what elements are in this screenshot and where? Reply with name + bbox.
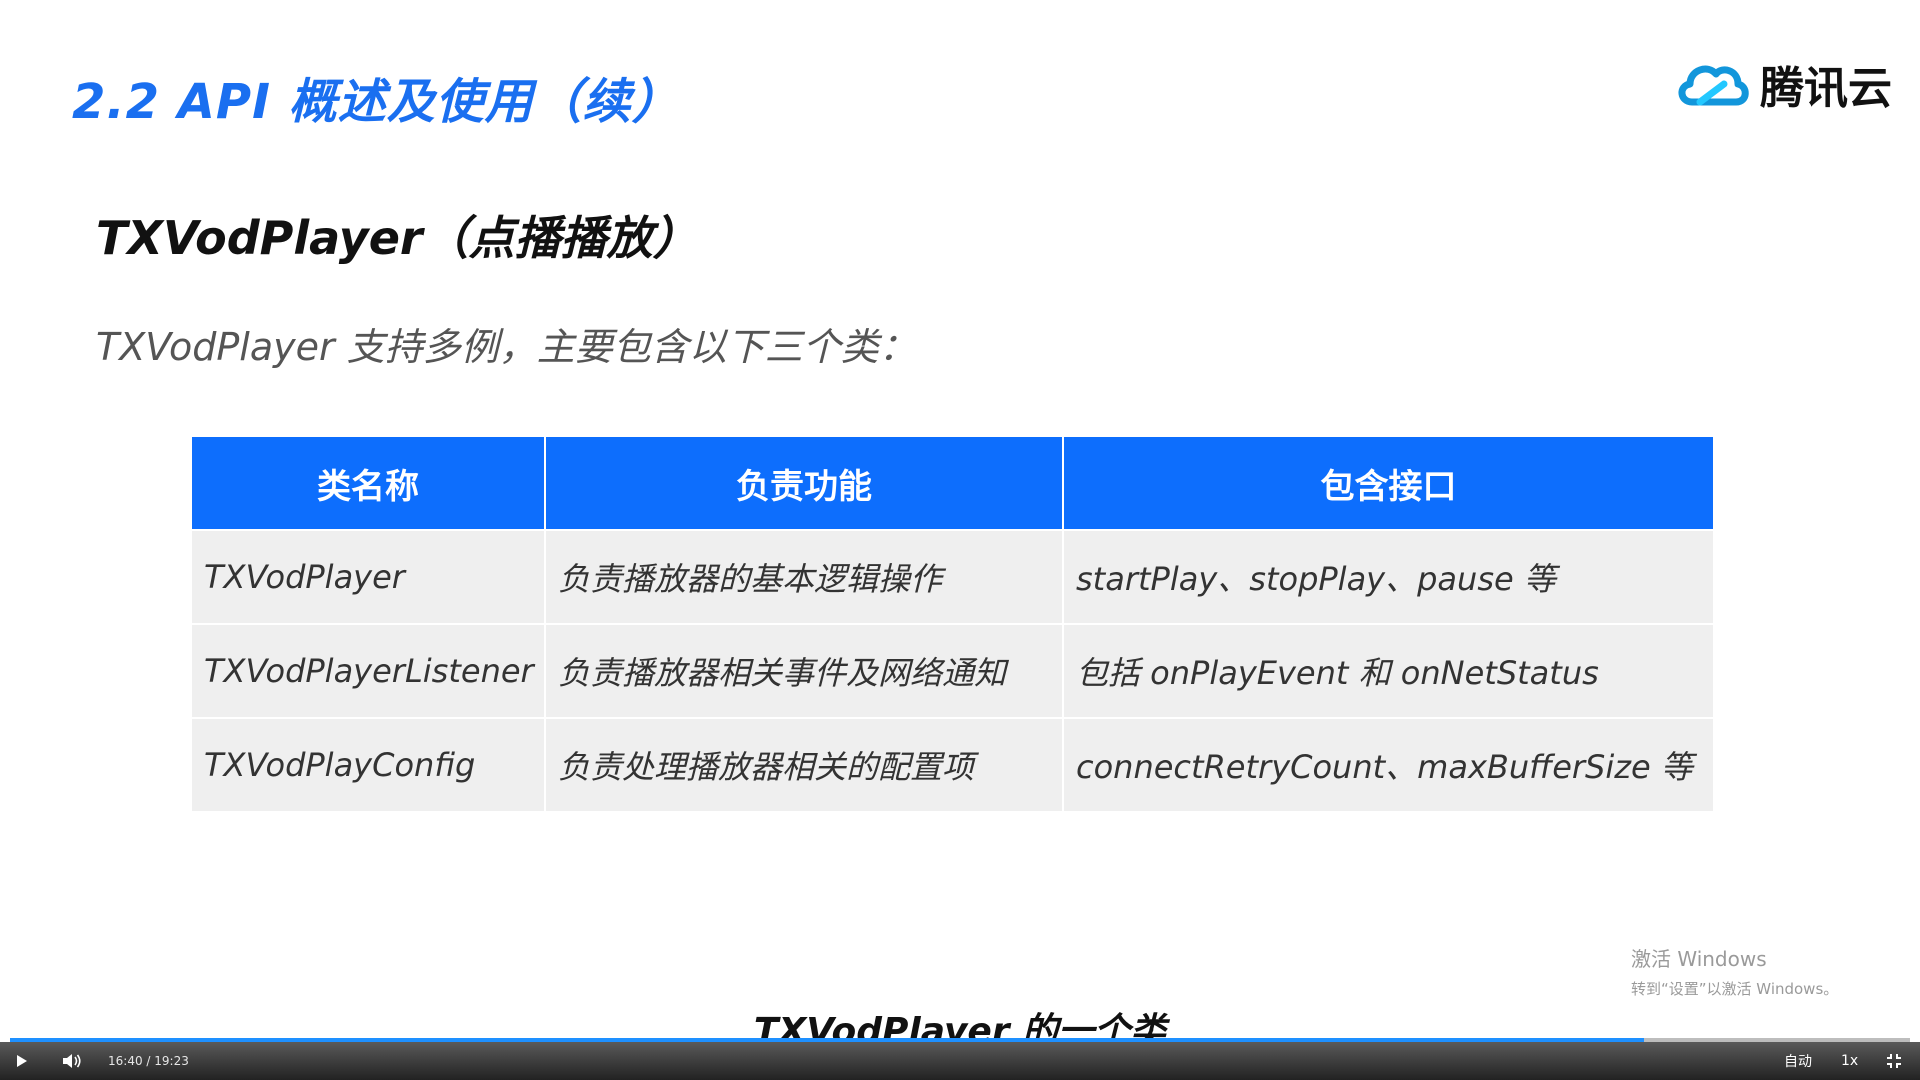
watermark-subtitle: 转到“设置”以激活 Windows。 <box>1631 980 1839 998</box>
function-cell: 负责播放器相关事件及网络通知 <box>544 623 1064 719</box>
windows-activation-watermark: 激活 Windows 转到“设置”以激活 Windows。 <box>1631 943 1838 999</box>
class-name-cell: TXVodPlayerListener <box>190 623 546 719</box>
function-cell: 负责播放器的基本逻辑操作 <box>544 529 1064 625</box>
video-control-bar <box>0 1042 1920 1080</box>
slide-title: 2.2 API 概述及使用（续） <box>72 74 681 130</box>
table-row: TXVodPlayerListener 负责播放器相关事件及网络通知 包括 on… <box>190 623 1715 719</box>
play-button[interactable] <box>16 1044 36 1078</box>
cloud-logo-icon <box>1678 65 1749 106</box>
speed-button[interactable]: 1x <box>1841 1044 1858 1078</box>
interface-cell: 包括 onPlayEvent 和 onNetStatus <box>1062 623 1715 719</box>
class-name-cell: TXVodPlayConfig <box>190 717 546 813</box>
time-display: 16:40 / 19:23 <box>108 1054 189 1068</box>
class-table: 类名称 负责功能 包含接口 TXVodPlayer 负责播放器的基本逻辑操作 s… <box>190 435 1715 813</box>
class-name-cell: TXVodPlayer <box>190 529 546 625</box>
column-header: 负责功能 <box>544 435 1064 531</box>
function-cell: 负责处理播放器相关的配置项 <box>544 717 1064 813</box>
exit-fullscreen-button[interactable] <box>1886 1044 1906 1078</box>
tencent-cloud-logo: 腾讯云 <box>1674 56 1892 114</box>
column-header: 类名称 <box>190 435 546 531</box>
play-icon <box>17 1055 27 1067</box>
section-title: TXVodPlayer（点播播放） <box>96 211 699 265</box>
column-header: 包含接口 <box>1062 435 1715 531</box>
interface-cell: connectRetryCount、maxBufferSize 等 <box>1062 717 1715 813</box>
volume-button[interactable] <box>62 1044 86 1078</box>
table-header-row: 类名称 负责功能 包含接口 <box>190 435 1715 531</box>
watermark-title: 激活 Windows <box>1631 947 1767 971</box>
progress-fill <box>10 1038 1644 1042</box>
volume-icon <box>63 1054 81 1068</box>
fullscreen-exit-icon <box>1887 1054 1901 1068</box>
logo-text: 腾讯云 <box>1760 63 1892 114</box>
table-row: TXVodPlayer 负责播放器的基本逻辑操作 startPlay、stopP… <box>190 529 1715 625</box>
interface-cell: startPlay、stopPlay、pause 等 <box>1062 529 1715 625</box>
progress-bar[interactable] <box>10 1038 1910 1042</box>
quality-button[interactable]: 自动 <box>1784 1044 1812 1078</box>
table-row: TXVodPlayConfig 负责处理播放器相关的配置项 connectRet… <box>190 717 1715 813</box>
subtitle: TXVodPlayer 支持多例，主要包含以下三个类： <box>96 325 917 369</box>
